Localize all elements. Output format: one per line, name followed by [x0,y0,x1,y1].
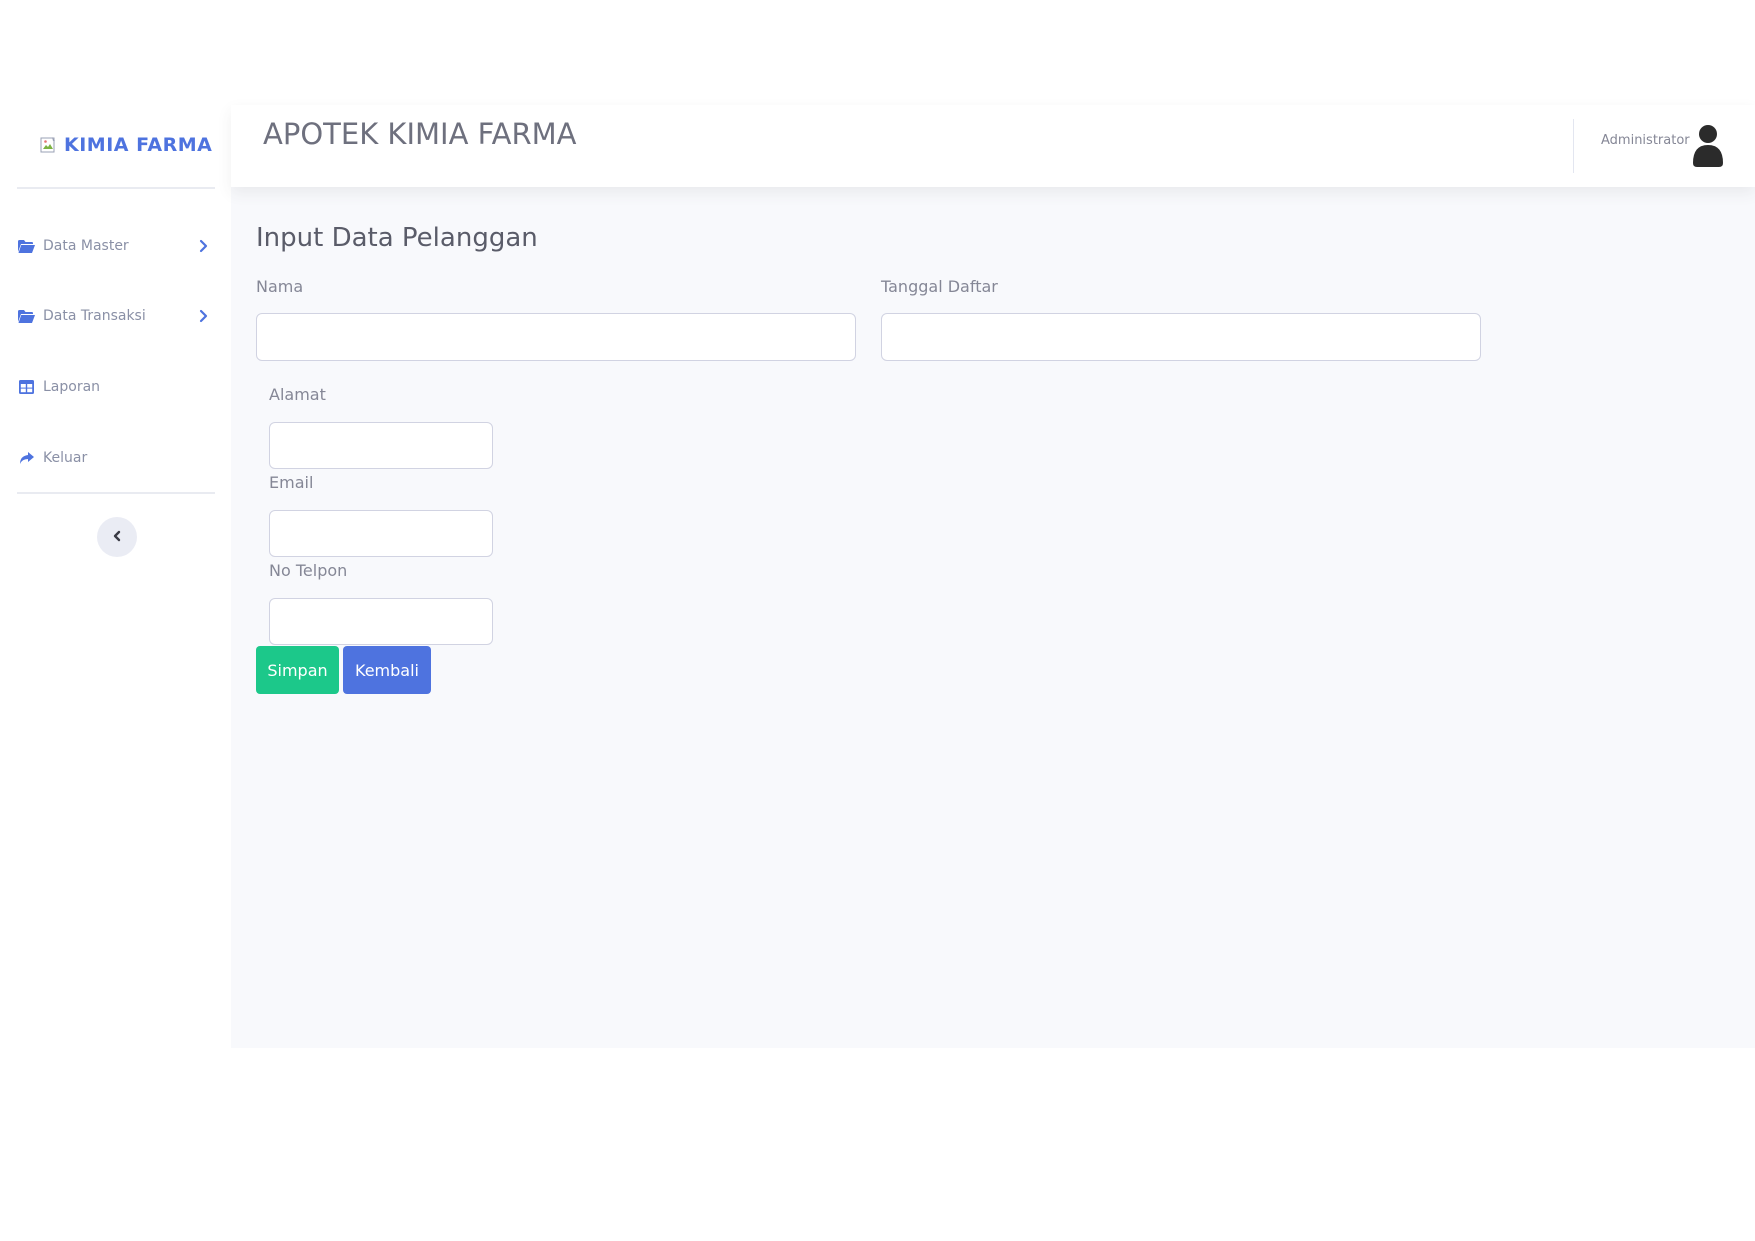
sidebar-item-label: Data Transaksi [43,308,146,324]
page-title: Input Data Pelanggan [256,223,538,253]
sidebar-item-data-transaksi[interactable]: Data Transaksi [18,296,214,336]
topbar: APOTEK KIMIA FARMA Administrator [231,105,1755,187]
no-telpon-input[interactable] [269,598,493,645]
user-name[interactable]: Administrator [1601,133,1690,148]
alamat-label: Alamat [269,385,326,404]
alamat-input[interactable] [269,422,493,469]
table-icon [18,380,35,394]
sidebar-item-laporan[interactable]: Laporan [18,367,214,407]
sidebar-divider [17,187,215,189]
chevron-right-icon [198,308,210,324]
kembali-button[interactable]: Kembali [343,646,431,694]
sidebar-item-data-master[interactable]: Data Master [18,226,214,266]
share-arrow-icon [18,451,35,465]
sidebar-brand[interactable]: KIMIA FARMA [40,127,212,163]
sidebar-item-label: Laporan [43,379,101,395]
folder-icon [18,239,35,253]
sidebar-item-keluar[interactable]: Keluar [18,438,214,478]
nama-input[interactable] [256,313,856,361]
simpan-button[interactable]: Simpan [256,646,339,694]
app-window: KIMIA FARMA Data Master Data Transaksi L… [0,105,1755,1048]
sidebar-toggle-button[interactable] [97,517,137,557]
email-input[interactable] [269,510,493,557]
sidebar-divider [17,492,215,494]
main-content: Input Data Pelanggan Nama Tanggal Daftar… [231,187,1755,1048]
nama-label: Nama [256,277,304,296]
tanggal-daftar-input[interactable] [881,313,1481,361]
email-label: Email [269,473,314,492]
sidebar: KIMIA FARMA Data Master Data Transaksi L… [0,105,231,1048]
user-icon[interactable] [1691,123,1725,167]
folder-icon [18,309,35,323]
tanggal-daftar-label: Tanggal Daftar [881,277,998,296]
app-title: APOTEK KIMIA FARMA [263,117,577,151]
chevron-left-icon [111,528,123,547]
chevron-right-icon [198,238,210,254]
brand-name: KIMIA FARMA [64,134,213,156]
topbar-divider [1573,119,1574,173]
sidebar-item-label: Keluar [43,450,88,466]
no-telpon-label: No Telpon [269,561,348,580]
broken-image-icon [40,136,60,154]
sidebar-item-label: Data Master [43,238,129,254]
